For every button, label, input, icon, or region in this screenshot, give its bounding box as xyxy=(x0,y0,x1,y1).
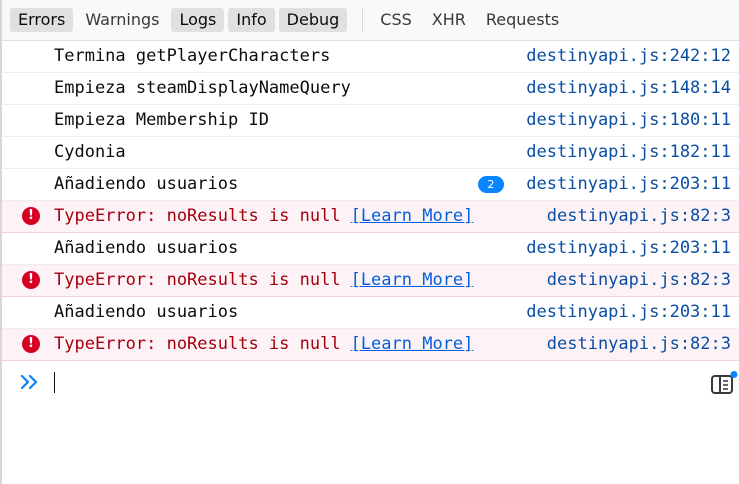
message-text: Empieza steamDisplayNameQuery xyxy=(54,78,351,98)
source-link[interactable]: destinyapi.js:203:11 xyxy=(526,233,731,264)
log-message: Añadiendo usuarios destinyapi.js:203:11 xyxy=(2,233,739,265)
learn-more-link[interactable]: [Learn More] xyxy=(351,206,474,226)
error-message: ! TypeError: noResults is null [Learn Mor… xyxy=(2,329,739,361)
error-text: TypeError: noResults is null xyxy=(54,270,341,290)
filter-requests[interactable]: Requests xyxy=(478,8,567,32)
message-text: Añadiendo usuarios xyxy=(54,174,239,194)
message-text: Añadiendo usuarios xyxy=(54,302,239,322)
log-message: Empieza steamDisplayNameQuery destinyapi… xyxy=(2,73,739,105)
filter-bar: Errors Warnings Logs Info Debug CSS XHR … xyxy=(2,0,739,41)
source-link[interactable]: destinyapi.js:82:3 xyxy=(547,265,731,296)
source-link[interactable]: destinyapi.js:180:11 xyxy=(526,105,731,136)
error-text: TypeError: noResults is null xyxy=(54,206,341,226)
source-link[interactable]: destinyapi.js:148:14 xyxy=(526,73,731,104)
log-message: Añadiendo usuarios 2 destinyapi.js:203:1… xyxy=(2,169,739,201)
source-link[interactable]: destinyapi.js:203:11 xyxy=(526,169,731,200)
text-caret xyxy=(54,372,55,393)
filter-separator xyxy=(362,7,364,33)
split-editor-icon[interactable] xyxy=(710,370,738,402)
message-text: TypeError: noResults is null [Learn More] xyxy=(54,329,473,360)
error-circle-icon: ! xyxy=(22,335,40,353)
message-text: Termina getPlayerCharacters xyxy=(54,46,331,66)
filter-warnings[interactable]: Warnings xyxy=(77,8,167,32)
message-text: Cydonia xyxy=(54,142,126,162)
error-text: TypeError: noResults is null xyxy=(54,334,341,354)
chevron-double-right-icon xyxy=(20,374,40,394)
message-text: TypeError: noResults is null [Learn More] xyxy=(54,201,473,232)
source-link[interactable]: destinyapi.js:82:3 xyxy=(547,201,731,232)
console-output: Termina getPlayerCharacters destinyapi.j… xyxy=(2,41,739,361)
message-text: Añadiendo usuarios xyxy=(54,238,239,258)
repeat-count-badge: 2 xyxy=(478,176,504,193)
message-text: Empieza Membership ID xyxy=(54,110,269,130)
message-text: TypeError: noResults is null [Learn More] xyxy=(54,265,473,296)
log-message: Empieza Membership ID destinyapi.js:180:… xyxy=(2,105,739,137)
filter-logs[interactable]: Logs xyxy=(171,8,225,32)
filter-debug[interactable]: Debug xyxy=(278,8,348,32)
source-link[interactable]: destinyapi.js:82:3 xyxy=(547,329,731,360)
error-message: ! TypeError: noResults is null [Learn Mor… xyxy=(2,201,739,233)
error-message: ! TypeError: noResults is null [Learn Mor… xyxy=(2,265,739,297)
filter-xhr[interactable]: XHR xyxy=(424,8,474,32)
error-circle-icon: ! xyxy=(22,207,40,225)
error-circle-icon: ! xyxy=(22,271,40,289)
filter-info[interactable]: Info xyxy=(228,8,275,32)
filter-css[interactable]: CSS xyxy=(372,8,419,32)
learn-more-link[interactable]: [Learn More] xyxy=(351,334,474,354)
console-input[interactable] xyxy=(2,362,739,402)
source-link[interactable]: destinyapi.js:242:12 xyxy=(526,41,731,72)
log-message: Cydonia destinyapi.js:182:11 xyxy=(2,137,739,169)
learn-more-link[interactable]: [Learn More] xyxy=(351,270,474,290)
filter-errors[interactable]: Errors xyxy=(10,8,74,32)
source-link[interactable]: destinyapi.js:182:11 xyxy=(526,137,731,168)
source-link[interactable]: destinyapi.js:203:11 xyxy=(526,297,731,328)
log-message: Añadiendo usuarios destinyapi.js:203:11 xyxy=(2,297,739,329)
log-message: Termina getPlayerCharacters destinyapi.j… xyxy=(2,41,739,73)
